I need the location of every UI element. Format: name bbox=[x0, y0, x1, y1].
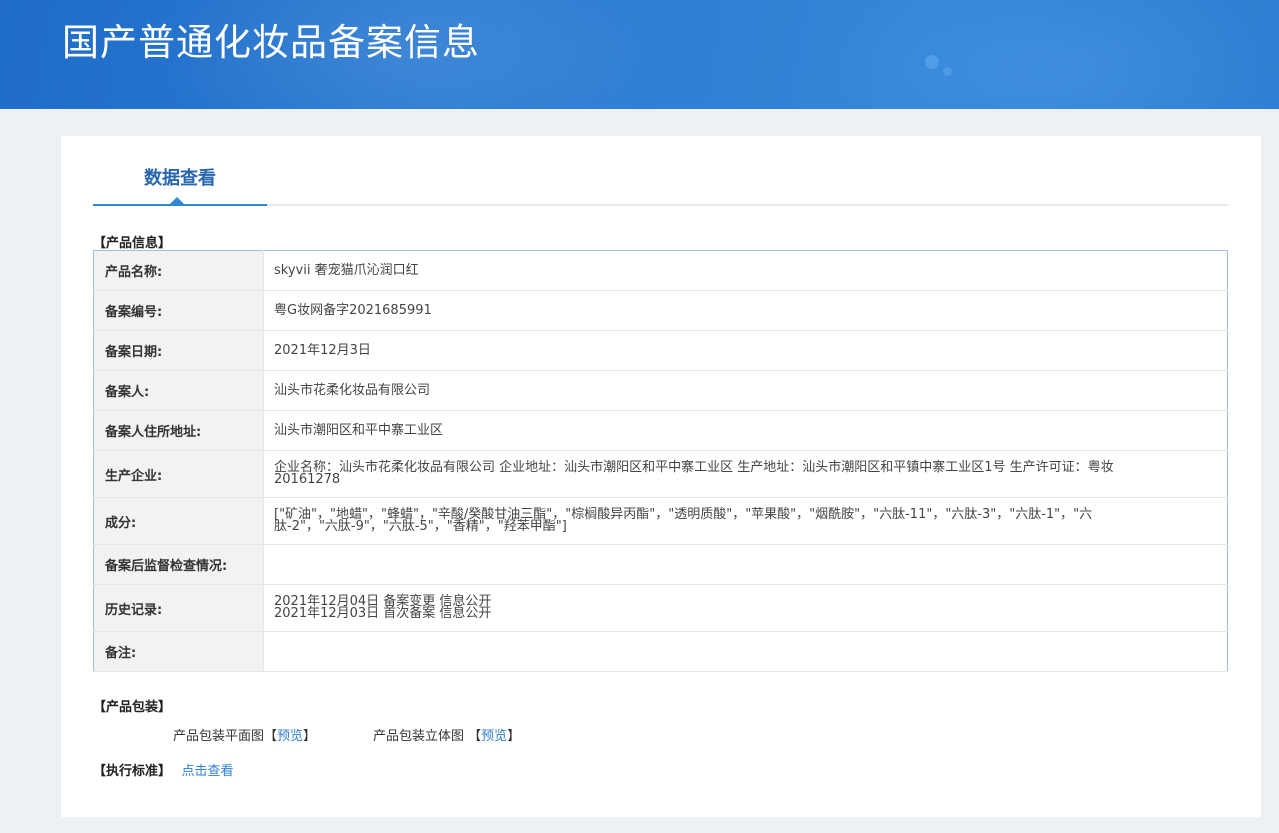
row-label: 成分: bbox=[93, 497, 264, 545]
table-row: 备案编号: 粤G妆网备字2021685991 bbox=[93, 290, 1228, 331]
table-row: 备案日期: 2021年12月3日 bbox=[93, 330, 1228, 371]
table-row: 历史记录: 2021年12月04日 备案变更 信息公开 2021年12月03日 首次… bbox=[93, 584, 1228, 632]
row-value-line: 汕头市花柔化妆品有限公司 bbox=[274, 382, 431, 398]
row-value-line: 肽-2"，"六肽-9"，"六肽-5"，"香精"，"羟苯甲酯"] bbox=[274, 519, 567, 534]
row-label: 备案人住所地址: bbox=[93, 410, 264, 451]
row-value: 企业名称：汕头市花柔化妆品有限公司 企业地址：汕头市潮阳区和平中寨工业区 生产地… bbox=[263, 450, 1228, 498]
row-value: 2021年12月3日 bbox=[263, 330, 1228, 371]
table-row: 产品名称: skyvii 奢宠猫爪沁润口红 bbox=[93, 250, 1228, 291]
row-value: skyvii 奢宠猫爪沁润口红 bbox=[263, 250, 1228, 291]
tab-label: 数据查看 bbox=[144, 168, 216, 189]
package-flat-preview-link[interactable]: 预览 bbox=[277, 729, 303, 744]
content-card: 数据查看 【产品信息】 产品名称: skyvii 奢宠猫爪沁润口红 备案编号: 粤G妆… bbox=[61, 136, 1261, 817]
header-banner: 国产普通化妆品备案信息 bbox=[0, 0, 1279, 109]
banner-decoration bbox=[943, 67, 952, 76]
row-label: 备注: bbox=[93, 631, 264, 672]
row-value-line: 2021年12月03日 首次备案 信息公开 bbox=[274, 606, 492, 621]
row-label: 生产企业: bbox=[93, 450, 264, 498]
row-value-line: 汕头市潮阳区和平中寨工业区 bbox=[274, 422, 444, 438]
standard-label: 【执行标准】 bbox=[93, 764, 172, 779]
row-label: 产品名称: bbox=[93, 250, 264, 291]
row-label: 备案人: bbox=[93, 370, 264, 411]
section-title-product-info: 【产品信息】 bbox=[93, 236, 172, 251]
product-info-table: 产品名称: skyvii 奢宠猫爪沁润口红 备案编号: 粤G妆网备字202168599… bbox=[93, 250, 1228, 672]
row-label: 备案编号: bbox=[93, 290, 264, 331]
table-row: 生产企业: 企业名称：汕头市花柔化妆品有限公司 企业地址：汕头市潮阳区和平中寨工业… bbox=[93, 450, 1228, 498]
tab-indicator-arrow bbox=[170, 197, 184, 204]
row-value-line: skyvii 奢宠猫爪沁润口红 bbox=[274, 262, 419, 278]
section-title-packaging: 【产品包装】 bbox=[93, 700, 172, 715]
row-value-line: 粤G妆网备字2021685991 bbox=[274, 302, 432, 318]
row-value: 汕头市潮阳区和平中寨工业区 bbox=[263, 410, 1228, 451]
package-solid-item: 产品包装立体图 【预览】 bbox=[373, 725, 520, 744]
table-row: 备案人住所地址: 汕头市潮阳区和平中寨工业区 bbox=[93, 410, 1228, 451]
table-row: 备案后监督检查情况: bbox=[93, 544, 1228, 585]
row-value-line: 20161278 bbox=[274, 472, 341, 487]
package-solid-preview-link[interactable]: 预览 bbox=[481, 729, 507, 744]
bracket: 【 bbox=[468, 729, 482, 744]
package-solid-label: 产品包装立体图 bbox=[373, 729, 465, 744]
bracket: 【 bbox=[264, 729, 278, 744]
row-value bbox=[263, 544, 1228, 585]
package-flat-label: 产品包装平面图 bbox=[173, 729, 265, 744]
table-row: 备案人: 汕头市花柔化妆品有限公司 bbox=[93, 370, 1228, 411]
bracket: 】 bbox=[303, 729, 317, 744]
row-value: ["矿油"，"地蜡"，"蜂蜡"，"辛酸/癸酸甘油三酯"，"棕榈酸异丙酯"，"透明… bbox=[263, 497, 1228, 545]
bracket: 】 bbox=[507, 729, 521, 744]
row-value: 2021年12月04日 备案变更 信息公开 2021年12月03日 首次备案 信息… bbox=[263, 584, 1228, 632]
tab-data-view[interactable]: 数据查看 bbox=[93, 136, 267, 206]
table-row: 备注: bbox=[93, 631, 1228, 672]
page-title: 国产普通化妆品备案信息 bbox=[62, 21, 480, 64]
table-row: 成分: ["矿油"，"地蜡"，"蜂蜡"，"辛酸/癸酸甘油三酯"，"棕榈酸异丙酯"，… bbox=[93, 497, 1228, 545]
row-value: 汕头市花柔化妆品有限公司 bbox=[263, 370, 1228, 411]
row-value bbox=[263, 631, 1228, 672]
row-label: 历史记录: bbox=[93, 584, 264, 632]
row-value: 粤G妆网备字2021685991 bbox=[263, 290, 1228, 331]
banner-decoration bbox=[925, 55, 939, 69]
row-label: 备案后监督检查情况: bbox=[93, 544, 264, 585]
standard-view-link[interactable]: 点击查看 bbox=[182, 764, 234, 779]
tab-bar: 数据查看 bbox=[93, 136, 1228, 206]
row-label: 备案日期: bbox=[93, 330, 264, 371]
package-flat-item: 产品包装平面图【预览】 bbox=[173, 725, 316, 744]
banner-decoration bbox=[820, 0, 1279, 109]
section-title-standard: 【执行标准】 点击查看 bbox=[93, 760, 234, 779]
row-value-line: 2021年12月3日 bbox=[274, 342, 371, 358]
row-value-line: 企业名称：汕头市花柔化妆品有限公司 企业地址：汕头市潮阳区和平中寨工业区 生产地… bbox=[274, 460, 1114, 475]
